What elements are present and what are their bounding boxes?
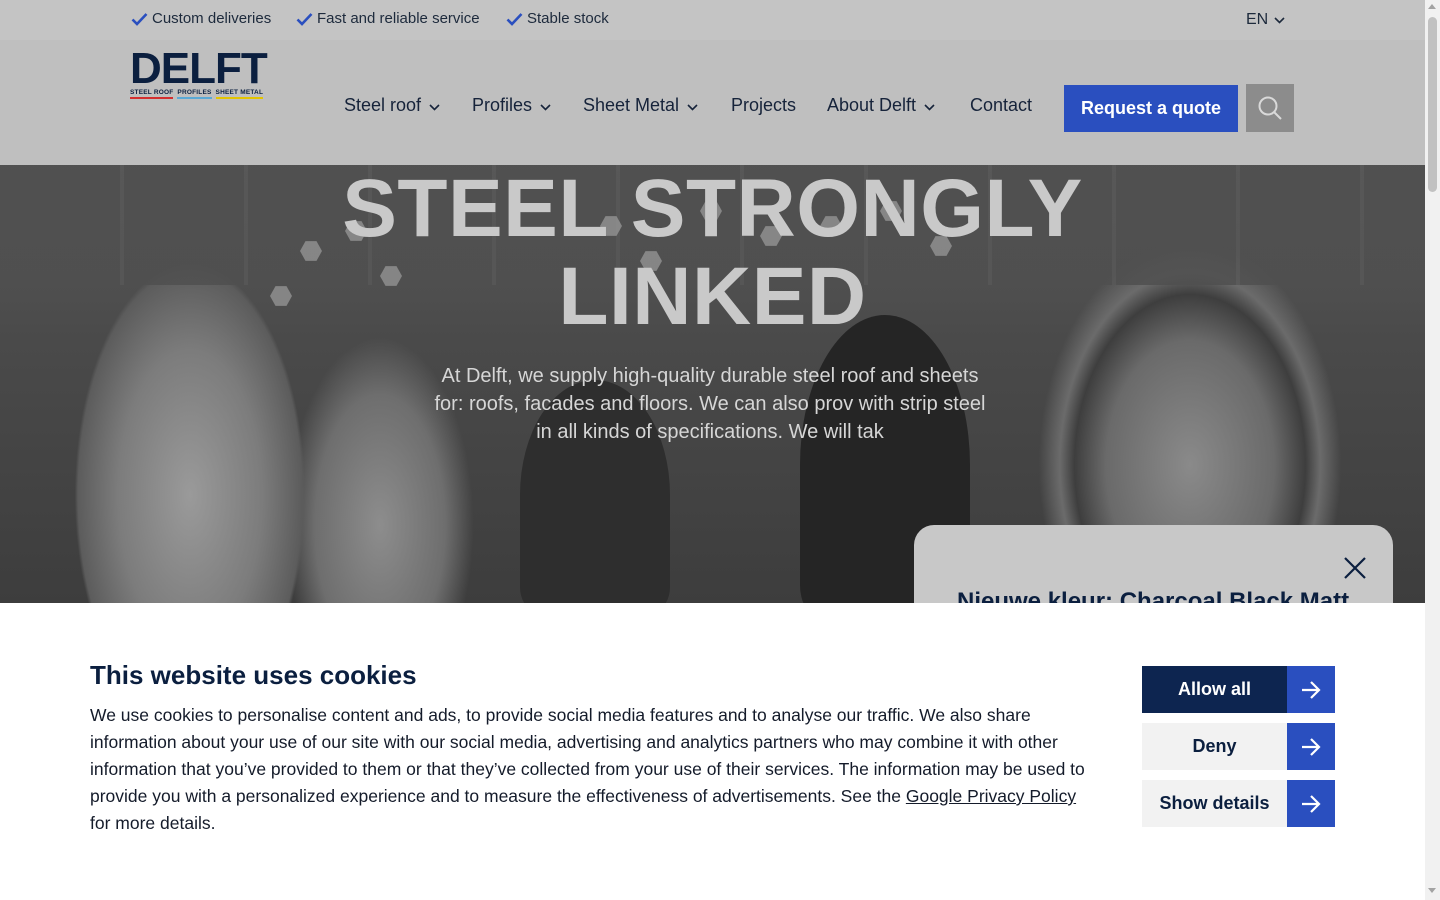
- search-icon: [1258, 96, 1282, 120]
- nav-profiles[interactable]: Profiles: [472, 95, 551, 116]
- chevron-down-icon: [687, 103, 698, 111]
- nav-contact[interactable]: Contact: [970, 95, 1032, 116]
- button-label: Show details: [1142, 780, 1287, 827]
- nav-steel-roof[interactable]: Steel roof: [344, 95, 440, 116]
- nav-label: Profiles: [472, 95, 533, 115]
- deny-button[interactable]: Deny: [1142, 723, 1335, 770]
- usp-stable-stock: Stable stock: [506, 10, 609, 27]
- hero-title: STEEL STRONGLY LINKED: [342, 163, 1083, 342]
- usp-label: Stable stock: [527, 10, 609, 27]
- button-label: Deny: [1142, 723, 1287, 770]
- nav-label: Projects: [731, 95, 797, 115]
- chevron-down-icon: [540, 103, 551, 111]
- arrow-right-icon: [1287, 723, 1335, 770]
- language-label: EN: [1246, 11, 1269, 28]
- search-button[interactable]: [1246, 84, 1294, 132]
- chevron-down-icon: [924, 103, 935, 111]
- nav-label: About Delft: [827, 95, 917, 115]
- usp-label: Custom deliveries: [152, 10, 272, 27]
- check-icon: [506, 12, 523, 26]
- nav-label: Steel roof: [344, 95, 422, 115]
- usp-label: Fast and reliable service: [317, 10, 480, 27]
- check-icon: [131, 12, 148, 26]
- cookie-text: We use cookies to personalise content an…: [90, 705, 1085, 833]
- scrollbar-thumb[interactable]: [1428, 17, 1437, 192]
- close-icon[interactable]: [1343, 556, 1367, 580]
- check-icon: [296, 12, 313, 26]
- chevron-down-icon: [1274, 16, 1285, 24]
- nav-sheet-metal[interactable]: Sheet Metal: [583, 95, 698, 116]
- arrow-right-icon: [1287, 666, 1335, 713]
- button-label: Allow all: [1142, 666, 1287, 713]
- google-privacy-policy-link[interactable]: Google Privacy Policy: [906, 786, 1076, 806]
- arrow-right-icon: [1287, 780, 1335, 827]
- chevron-down-icon: [429, 103, 440, 111]
- scroll-up-arrow-icon[interactable]: [1428, 4, 1436, 9]
- nav-about-delft[interactable]: About Delft: [827, 95, 935, 116]
- allow-all-button[interactable]: Allow all: [1142, 666, 1335, 713]
- request-quote-button[interactable]: Request a quote: [1064, 85, 1238, 132]
- cookie-title: This website uses cookies: [90, 660, 417, 690]
- nav-projects[interactable]: Projects: [731, 95, 796, 116]
- scroll-down-arrow-icon[interactable]: [1428, 888, 1436, 893]
- usp-fast-service: Fast and reliable service: [296, 10, 480, 27]
- language-selector[interactable]: EN: [1246, 11, 1285, 29]
- hero-description: At Delft, we supply high-quality durable…: [434, 365, 986, 443]
- delft-logo[interactable]: DELFT STEEL ROOF PROFILES SHEET METAL: [130, 47, 276, 99]
- nav-label: Sheet Metal: [583, 95, 680, 115]
- nav-label: Contact: [970, 95, 1033, 115]
- usp-custom-deliveries: Custom deliveries: [131, 10, 271, 27]
- show-details-button[interactable]: Show details: [1142, 780, 1335, 827]
